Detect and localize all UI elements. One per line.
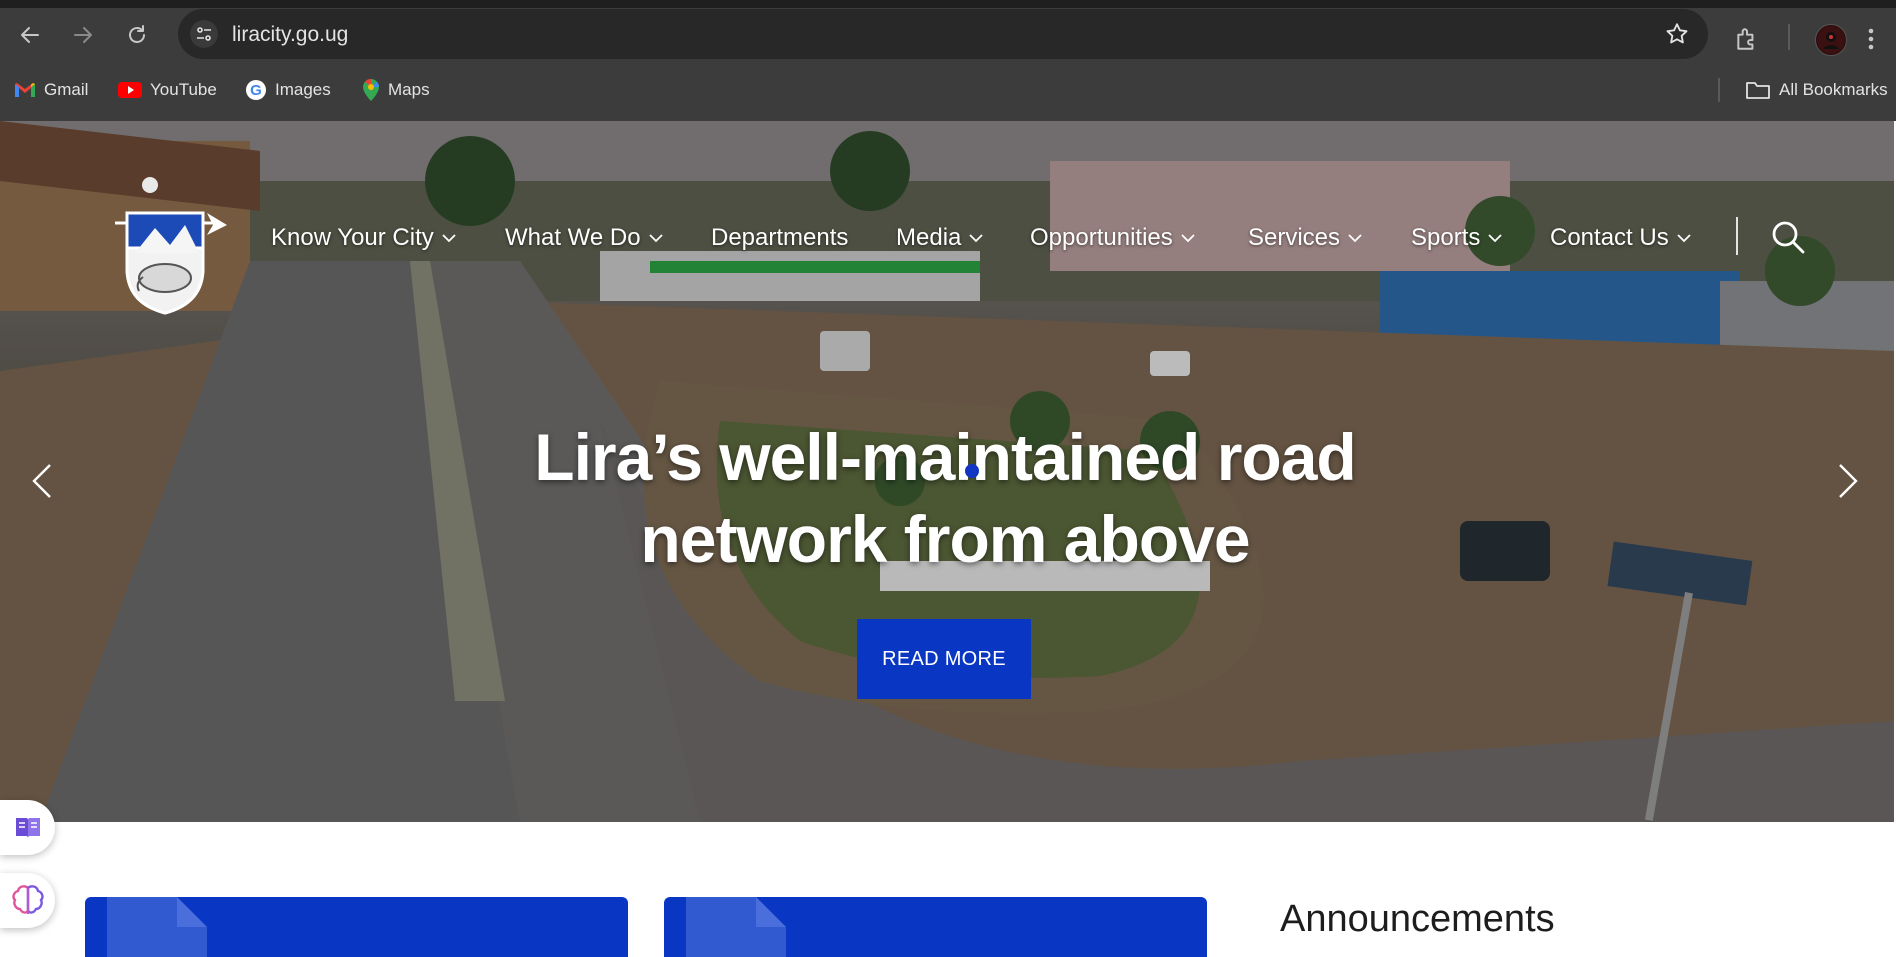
chevron-left-icon xyxy=(32,464,51,498)
chevron-down-icon xyxy=(1677,234,1691,243)
extensions-icon[interactable] xyxy=(1734,26,1760,57)
arrow-left-icon xyxy=(21,27,39,43)
read-more-button[interactable]: READ MORE xyxy=(857,619,1031,699)
address-bar[interactable]: liracity.go.ug xyxy=(178,9,1708,59)
book-icon xyxy=(15,817,40,838)
reload-button[interactable] xyxy=(120,18,154,52)
lira-city-crest-logo[interactable] xyxy=(95,173,235,323)
slider-prev-button[interactable] xyxy=(22,451,62,511)
service-card-1[interactable] xyxy=(85,897,628,957)
chevron-down-icon xyxy=(1488,234,1503,243)
nav-departments[interactable]: Departments xyxy=(711,213,848,263)
bookmarks-divider xyxy=(1718,78,1720,102)
bookmark-star-icon[interactable] xyxy=(1664,21,1690,52)
nav-opportunities[interactable]: Opportunities xyxy=(1030,213,1195,263)
nav-divider xyxy=(1736,217,1738,255)
chevron-down-icon xyxy=(648,234,663,243)
nav-label: Contact Us xyxy=(1550,224,1669,251)
gmail-icon xyxy=(15,83,35,97)
hero-headline-line-2: network from above xyxy=(640,502,1250,576)
bookmark-label: YouTube xyxy=(150,80,217,99)
chevron-right-icon xyxy=(1839,464,1858,498)
nav-sports[interactable]: Sports xyxy=(1411,213,1503,263)
slider-indicator-dot[interactable] xyxy=(965,464,979,478)
brain-icon xyxy=(11,884,44,914)
browser-chrome: liracity.go.ug Gmail YouTube G Images Ma… xyxy=(0,0,1896,121)
site-info-icon[interactable] xyxy=(190,20,218,48)
announcements-heading: Announcements xyxy=(1280,898,1555,940)
reload-icon xyxy=(129,25,145,43)
bookmark-label: Maps xyxy=(388,80,430,99)
nav-label: Opportunities xyxy=(1030,224,1173,251)
reader-mode-button[interactable] xyxy=(0,800,55,855)
service-card-2[interactable] xyxy=(664,897,1207,957)
bookmark-label: Images xyxy=(275,80,331,99)
nav-services[interactable]: Services xyxy=(1248,213,1362,263)
url-text[interactable]: liracity.go.ug xyxy=(232,23,348,47)
forward-button[interactable] xyxy=(66,18,100,52)
chevron-down-icon xyxy=(1348,234,1362,243)
nav-what-we-do[interactable]: What We Do xyxy=(505,213,663,263)
bookmark-gmail[interactable]: Gmail xyxy=(14,70,88,110)
slider-next-button[interactable] xyxy=(1828,451,1868,511)
arrow-right-icon xyxy=(74,27,92,43)
nav-label: Departments xyxy=(711,224,849,251)
bookmark-label: Gmail xyxy=(44,80,89,99)
hero-headline-line-1: Lira’s well-maintained road xyxy=(534,420,1356,494)
nav-label: Services xyxy=(1248,224,1341,251)
chevron-down-icon xyxy=(1181,234,1195,243)
nav-contact-us[interactable]: Contact Us xyxy=(1550,213,1691,263)
bookmark-youtube[interactable]: YouTube xyxy=(118,70,217,110)
nav-label: What We Do xyxy=(505,224,641,251)
bookmark-maps[interactable]: Maps xyxy=(362,70,430,110)
chevron-down-icon xyxy=(969,234,984,243)
bookmarks-bar: Gmail YouTube G Images Maps All Bookmark… xyxy=(0,70,1896,110)
google-icon: G xyxy=(246,80,266,100)
all-bookmarks-button[interactable]: All Bookmarks xyxy=(1745,70,1888,110)
search-icon[interactable] xyxy=(1770,219,1806,260)
hero-headline: Lira’s well-maintained road network from… xyxy=(380,416,1510,580)
hero-slider: Know Your City What We Do Departments Me… xyxy=(0,121,1894,822)
folder-icon xyxy=(1746,82,1770,99)
profile-avatar[interactable] xyxy=(1815,24,1847,56)
browser-toolbar: liracity.go.ug xyxy=(0,8,1896,61)
maps-icon xyxy=(363,79,379,101)
nav-label: Media xyxy=(896,224,962,251)
tab-strip xyxy=(0,0,1896,8)
nav-label: Sports xyxy=(1411,224,1481,251)
more-menu-icon[interactable] xyxy=(1866,26,1876,57)
document-icon xyxy=(107,897,207,957)
svg-text:G: G xyxy=(250,82,262,99)
toolbar-divider xyxy=(1788,24,1790,50)
nav-media[interactable]: Media xyxy=(896,213,984,263)
bookmark-images[interactable]: G Images xyxy=(245,70,331,110)
nav-know-your-city[interactable]: Know Your City xyxy=(271,213,456,263)
nav-label: Know Your City xyxy=(271,224,434,251)
document-icon xyxy=(686,897,786,957)
back-button[interactable] xyxy=(13,18,47,52)
youtube-icon xyxy=(118,82,142,98)
all-bookmarks-label: All Bookmarks xyxy=(1779,80,1888,99)
ai-assistant-button[interactable] xyxy=(0,873,55,928)
chevron-down-icon xyxy=(442,234,456,243)
